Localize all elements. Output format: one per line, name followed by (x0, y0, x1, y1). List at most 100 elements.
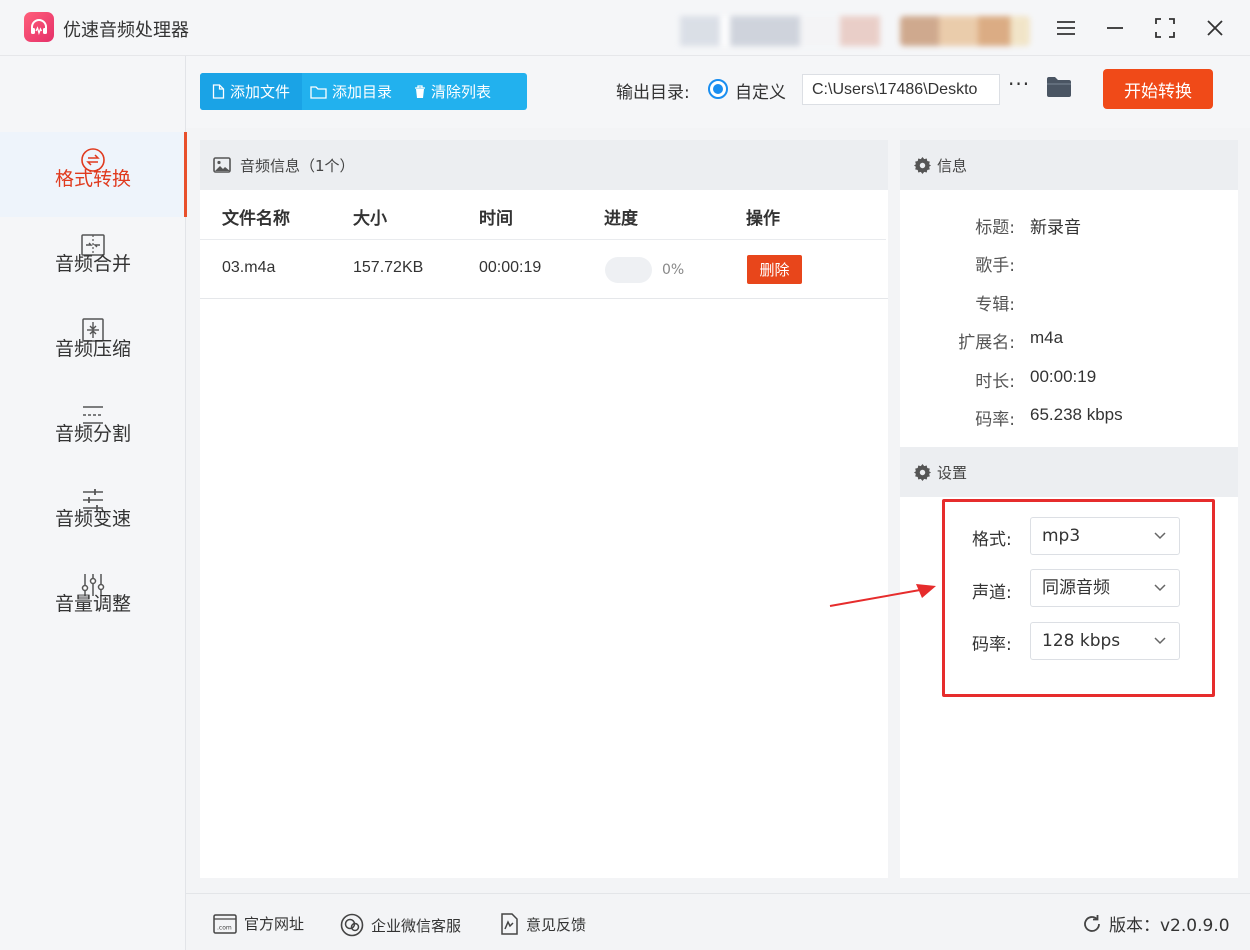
bitrate-label: 码率: (972, 635, 1012, 655)
clear-list-button[interactable]: 清除列表 (404, 73, 503, 110)
volume-icon (0, 557, 186, 596)
wechat-service-label: 企业微信客服 (371, 916, 462, 935)
compress-icon (0, 302, 186, 342)
split-icon (0, 387, 186, 424)
speed-icon (0, 472, 186, 511)
column-header-progress: 进度 (604, 209, 638, 229)
close-icon[interactable] (1199, 12, 1231, 44)
wechat-icon (340, 913, 364, 937)
file-action-group: 添加文件 添加目录 清除列表 (200, 73, 527, 110)
feedback-label: 意见反馈 (526, 915, 587, 934)
channel-select[interactable]: 同源音频 (1030, 569, 1180, 607)
maximize-icon[interactable] (1149, 12, 1181, 44)
more-options-button[interactable]: ··· (1008, 72, 1030, 96)
merge-icon (0, 217, 186, 256)
trash-icon (415, 84, 426, 98)
feedback-link[interactable]: 意见反馈 (499, 913, 586, 935)
format-select-value: mp3 (1042, 526, 1081, 546)
wechat-service-link[interactable]: 企业微信客服 (340, 913, 461, 937)
open-folder-icon[interactable] (1046, 76, 1072, 102)
custom-output-radio[interactable] (708, 79, 728, 99)
info-value-extension: m4a (1030, 328, 1064, 347)
header-divider (200, 239, 886, 240)
info-label-duration: 时长: (975, 372, 1015, 392)
custom-output-label[interactable]: 自定义 (735, 78, 786, 103)
sidebar-item-audio-split[interactable]: 音频分割 (0, 387, 186, 472)
info-value-bitrate: 65.238 kbps (1030, 405, 1123, 424)
start-convert-button[interactable]: 开始转换 (1103, 69, 1213, 109)
svg-text:.com: .com (217, 924, 232, 931)
info-header: 信息 (900, 140, 1238, 190)
progress-percent: 0% (662, 262, 685, 278)
clear-list-label: 清除列表 (431, 83, 492, 101)
sidebar-item-volume-adjust[interactable]: 音量调整 (0, 557, 186, 642)
output-path-field[interactable]: C:\Users\17486\Deskto (802, 74, 1000, 105)
feedback-icon (501, 913, 518, 935)
refresh-icon[interactable] (1082, 914, 1102, 934)
sidebar-item-format-convert[interactable]: 格式转换 (0, 132, 187, 217)
file-icon (212, 84, 225, 99)
info-value-duration: 00:00:19 (1030, 367, 1097, 386)
audio-list-panel: 音频信息（1个） 文件名称 大小 时间 进度 操作 03.m4a 157.72K… (200, 140, 888, 878)
folder-icon (310, 85, 327, 99)
info-label-title: 标题: (975, 218, 1015, 238)
add-folder-label: 添加目录 (332, 83, 393, 101)
column-header-filename: 文件名称 (222, 209, 290, 229)
add-folder-button[interactable]: 添加目录 (302, 73, 404, 110)
app-logo-icon (24, 12, 54, 42)
file-name-cell: 03.m4a (222, 259, 276, 276)
image-icon (213, 157, 231, 173)
info-label-artist: 歌手: (975, 256, 1015, 276)
column-header-size: 大小 (353, 209, 387, 229)
version-label: 版本：v2.0.9.0 (1109, 916, 1230, 936)
menu-icon[interactable] (1050, 12, 1082, 44)
row-divider (200, 298, 888, 299)
settings-header: 设置 (900, 447, 1238, 497)
format-select[interactable]: mp3 (1030, 517, 1180, 555)
info-label-bitrate: 码率: (975, 410, 1015, 430)
sidebar-item-audio-compress[interactable]: 音频压缩 (0, 302, 186, 387)
official-website-label: 官方网址 (244, 915, 305, 933)
file-time-cell: 00:00:19 (479, 259, 542, 276)
minimize-icon[interactable] (1099, 12, 1131, 44)
version-info: 版本：v2.0.9.0 (1082, 911, 1230, 936)
toolbar: 添加文件 添加目录 清除列表 输出目录: 自定义 C:\Users\17486\… (186, 56, 1250, 128)
info-value-title: 新录音 (1030, 218, 1081, 237)
chevron-down-icon (1154, 532, 1166, 540)
info-label-album: 专辑: (975, 295, 1015, 315)
channel-label: 声道: (972, 583, 1012, 603)
channel-select-value: 同源音频 (1042, 578, 1110, 598)
gear-icon (914, 463, 931, 481)
settings-title: 设置 (937, 463, 968, 482)
sidebar-item-audio-merge[interactable]: 音频合并 (0, 217, 186, 302)
add-file-button[interactable]: 添加文件 (200, 73, 303, 110)
sidebar-item-audio-speed[interactable]: 音频变速 (0, 472, 186, 557)
progress-bar (605, 257, 652, 283)
sidebar-item-label: 音频变速 (54, 508, 131, 530)
convert-icon (0, 132, 186, 172)
website-icon: .com (213, 913, 237, 934)
audio-list-header: 音频信息（1个） (200, 140, 888, 190)
blurred-account-info (680, 16, 880, 46)
chevron-down-icon (1154, 637, 1166, 645)
sidebar-item-label: 格式转换 (54, 168, 131, 190)
delete-button[interactable]: 删除 (747, 255, 802, 284)
sidebar-item-label: 音频压缩 (54, 338, 131, 360)
sidebar: 格式转换 音频合并 音频压缩 音频分割 音频变速 音量调整 (0, 56, 187, 950)
column-header-action: 操作 (746, 209, 780, 229)
info-panel: 信息 标题: 新录音 歌手: 专辑: 扩展名: m4a 时长: 00:00:19… (900, 140, 1238, 878)
output-dir-label: 输出目录: (616, 83, 690, 103)
format-label: 格式: (972, 530, 1012, 550)
chevron-down-icon (1154, 584, 1166, 592)
info-label-extension: 扩展名: (958, 333, 1015, 353)
blurred-avatar (900, 16, 1030, 46)
title-bar: 优速音频处理器 (0, 0, 1250, 56)
file-size-cell: 157.72KB (353, 259, 424, 276)
sidebar-item-label: 音量调整 (54, 593, 131, 615)
app-title: 优速音频处理器 (63, 20, 189, 41)
bitrate-select[interactable]: 128 kbps (1030, 622, 1180, 660)
official-website-link[interactable]: .com 官方网址 (213, 913, 304, 934)
sidebar-item-label: 音频合并 (54, 253, 131, 275)
audio-list-title: 音频信息（1个） (240, 156, 355, 175)
bitrate-select-value: 128 kbps (1042, 631, 1121, 651)
